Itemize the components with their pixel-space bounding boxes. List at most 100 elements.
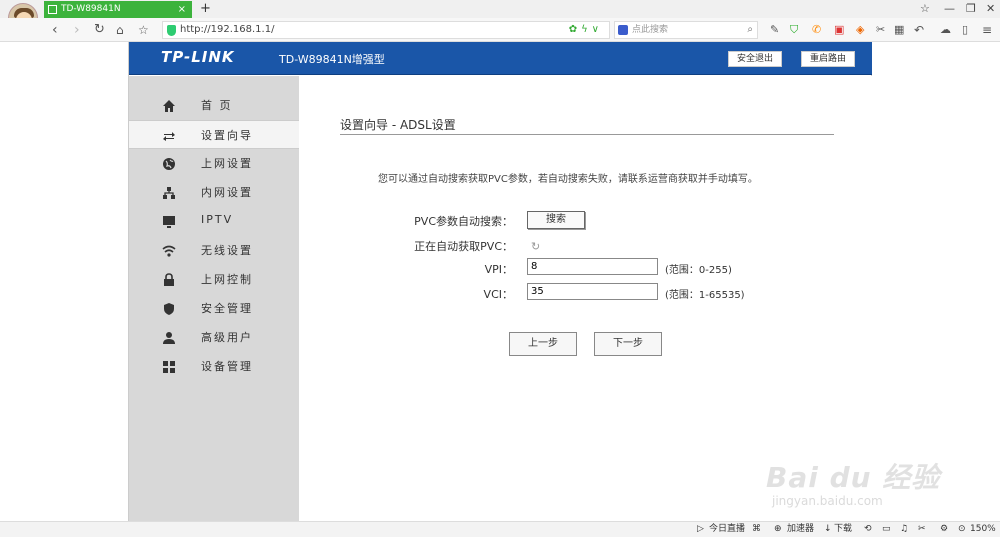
skin-icon[interactable]: ☆ (920, 0, 930, 18)
router-banner: TP-LINK TD-W89841N增强型 安全退出 重启路由 (129, 42, 872, 75)
window-icon[interactable]: ▭ (882, 522, 891, 537)
phone-icon[interactable]: ▯ (962, 20, 968, 40)
sidebar-item-label: 首 页 (201, 99, 233, 112)
accelerator-icon[interactable]: ⊕ (774, 522, 782, 537)
sidebar-item-label: 上网控制 (201, 273, 253, 286)
search-button[interactable]: 搜索 (527, 211, 585, 229)
sidebar-item-label: 高级用户 (201, 331, 253, 344)
vci-label: VCI： (483, 288, 513, 301)
url-text[interactable]: http://192.168.1.1/ (180, 22, 274, 38)
screenshot-icon[interactable]: ⌘ (752, 522, 761, 537)
sidebar-item-label: 上网设置 (201, 157, 253, 170)
monitor-icon (163, 216, 175, 228)
home-page-icon[interactable]: ⌂ (116, 20, 124, 40)
vpi-range: (范围：0-255) (665, 265, 732, 276)
sidebar-item-lan[interactable]: 内网设置 (129, 178, 299, 207)
grid-icon (163, 361, 175, 373)
minimize-icon[interactable]: — (944, 0, 955, 18)
prev-button[interactable]: 上一步 (509, 332, 577, 356)
tplink-logo: TP-LINK (161, 48, 235, 66)
restore-icon[interactable]: ❐ (966, 0, 976, 18)
sidebar-item-device-management[interactable]: 设备管理 (129, 352, 299, 381)
search-icon[interactable]: ⌕ (747, 22, 753, 38)
browser-tab[interactable]: TD-W89841N × (44, 1, 192, 18)
sidebar-item-access-control[interactable]: 上网控制 (129, 265, 299, 294)
sidebar-item-label: 内网设置 (201, 186, 253, 199)
shield-icon (164, 303, 174, 315)
intro-text: 您可以通过自动搜索获取PVC参数，若自动搜索失败，请联系运营商获取并手动填写。 (378, 174, 758, 185)
accelerator-link[interactable]: 加速器 (787, 522, 814, 537)
address-bar[interactable]: http://192.168.1.1/ ✿ϟ∨ (162, 21, 610, 39)
wifi-icon (162, 245, 176, 257)
extension-grid-icon[interactable]: ▦ (894, 20, 904, 40)
undo-icon[interactable]: ↶ (914, 20, 924, 40)
new-tab-button[interactable]: + (200, 0, 211, 18)
vpi-field[interactable]: 8 (527, 258, 658, 275)
title-divider (340, 134, 834, 135)
search-input[interactable]: 点此搜索 (632, 22, 668, 38)
live-link[interactable]: 今日直播 (709, 522, 745, 537)
vci-field[interactable]: 35 (527, 283, 658, 300)
sidebar-item-security[interactable]: 安全管理 (129, 294, 299, 323)
extension-brush-icon[interactable]: ✎ (770, 20, 779, 40)
browser-titlebar: TD-W89841N × + ☆ — ❐ ✕ (0, 0, 1000, 33)
vpi-label: VPI： (484, 263, 513, 276)
sidebar-item-iptv[interactable]: IPTV (129, 207, 299, 236)
home-icon (163, 100, 175, 112)
sidebar-item-internet[interactable]: 上网设置 (129, 149, 299, 178)
network-icon (163, 187, 175, 199)
sidebar-item-wizard[interactable]: 设置向导 (129, 120, 299, 149)
sidebar-nav: 首 页 设置向导 上网设置 内网设置 IPTV 无线设置 上网控制 安全管理 高… (129, 76, 299, 521)
watermark-brand: Bai du 经验 (766, 461, 941, 494)
sidebar-item-label: 无线设置 (201, 244, 253, 257)
screenshot-tool-icon[interactable]: ✂ (918, 522, 926, 537)
extension-image-icon[interactable]: ▣ (834, 20, 844, 40)
tab-title: TD-W89841N (61, 4, 121, 14)
loading-spinner-icon: ↻ (531, 240, 541, 253)
address-bar-tools-icon[interactable]: ✿ϟ∨ (569, 22, 603, 38)
search-box[interactable]: 点此搜索 ⌕ (614, 21, 758, 39)
status-label: 正在自动获取PVC： (414, 240, 513, 253)
reload-icon[interactable]: ↻ (94, 20, 105, 40)
baidu-watermark: Bai du 经验 jingyan.baidu.com (760, 440, 990, 520)
browser-toolbar: ‹ › ↻ ⌂ ☆ http://192.168.1.1/ ✿ϟ∨ 点此搜索 ⌕… (0, 18, 1000, 42)
extension-scissors-icon[interactable]: ✂ (876, 20, 885, 40)
back-icon[interactable]: ‹ (52, 20, 58, 40)
sync-icon[interactable]: ⟲ (864, 522, 872, 537)
user-icon (163, 332, 175, 344)
sidebar-item-advanced-user[interactable]: 高级用户 (129, 323, 299, 352)
extension-game-icon[interactable]: ◈ (856, 20, 864, 40)
zoom-icon[interactable]: ⊙ (958, 522, 966, 537)
sound-icon[interactable]: ♫ (900, 522, 908, 537)
next-button[interactable]: 下一步 (594, 332, 662, 356)
zoom-level[interactable]: 150% (970, 522, 996, 537)
page-icon (48, 5, 57, 14)
secure-shield-icon (167, 25, 176, 36)
download-icon[interactable]: ↓ (824, 522, 832, 537)
sidebar-item-label: 安全管理 (201, 302, 253, 315)
arrows-icon (163, 132, 175, 141)
watermark-url: jingyan.baidu.com (772, 494, 883, 508)
vci-range: (范围：1-65535) (665, 290, 745, 301)
search-engine-icon[interactable] (618, 25, 628, 35)
download-link[interactable]: 下载 (834, 522, 852, 537)
close-tab-icon[interactable]: × (178, 1, 186, 18)
extension-shield-icon[interactable]: ⛉ (790, 20, 798, 40)
sidebar-item-wireless[interactable]: 无线设置 (129, 236, 299, 265)
sidebar-item-label: 设备管理 (201, 360, 253, 373)
lock-icon (164, 273, 174, 286)
sidebar-item-home[interactable]: 首 页 (129, 91, 299, 120)
cloud-icon[interactable]: ☁ (940, 20, 951, 40)
sidebar-item-label: IPTV (201, 213, 234, 226)
forward-icon[interactable]: › (74, 20, 80, 40)
page-title: 设置向导 - ADSL设置 (340, 118, 456, 132)
favorite-icon[interactable]: ☆ (138, 20, 149, 40)
live-icon[interactable]: ▷ (697, 522, 704, 537)
extension-translate-icon[interactable]: ✆ (812, 20, 821, 40)
reboot-button[interactable]: 重启路由 (801, 51, 856, 67)
router-model: TD-W89841N增强型 (279, 53, 385, 66)
settings-icon[interactable]: ⚙ (940, 522, 948, 537)
logout-button[interactable]: 安全退出 (728, 51, 783, 67)
menu-icon[interactable]: ≡ (982, 20, 992, 40)
close-window-icon[interactable]: ✕ (986, 0, 995, 18)
